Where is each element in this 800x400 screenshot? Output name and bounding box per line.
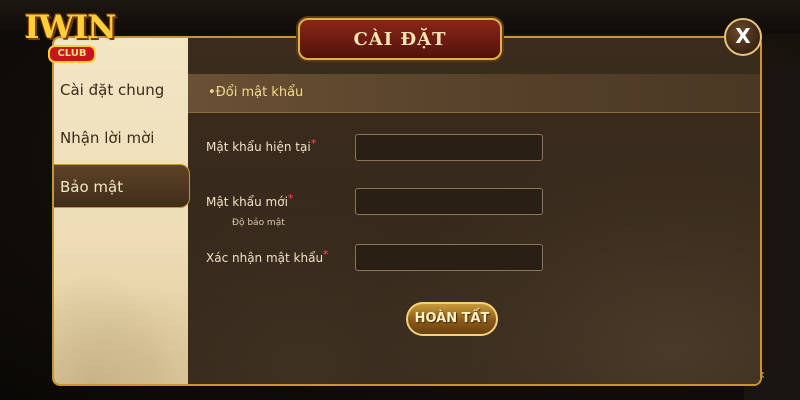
section-title: •Đổi mật khẩu bbox=[208, 85, 304, 100]
logo-badge: CLUB bbox=[48, 45, 96, 63]
dialog-title: CÀI ĐẶT bbox=[353, 29, 447, 50]
label-text: Mật khẩu mới bbox=[206, 195, 288, 209]
new-password-label: Mật khẩu mới* bbox=[206, 192, 294, 209]
new-password-input[interactable] bbox=[355, 188, 543, 215]
app-logo: IWIN CLUB bbox=[22, 8, 118, 66]
close-button[interactable]: X bbox=[724, 18, 762, 56]
sidebar-item-invitations[interactable]: Nhận lời mời bbox=[54, 116, 188, 160]
dialog-title-badge: CÀI ĐẶT bbox=[298, 18, 502, 60]
sidebar-item-general[interactable]: Cài đặt chung bbox=[54, 68, 188, 112]
required-mark: * bbox=[287, 192, 294, 205]
current-password-label: Mật khẩu hiện tại* bbox=[206, 137, 317, 154]
label-text: Xác nhận mật khẩu bbox=[206, 251, 324, 265]
settings-dialog: Cài đặt chung Nhận lời mời Bảo mật •Đổi … bbox=[52, 36, 762, 386]
submit-button[interactable]: HOÀN TẤT bbox=[406, 302, 498, 336]
sidebar-item-security[interactable]: Bảo mật bbox=[54, 164, 190, 208]
label-text: Mật khẩu hiện tại bbox=[206, 140, 311, 154]
confirm-password-input[interactable] bbox=[355, 244, 543, 271]
required-mark: * bbox=[323, 248, 329, 261]
password-strength-hint: Độ bảo mật bbox=[232, 218, 285, 228]
current-password-input[interactable] bbox=[355, 134, 543, 161]
logo-text: IWIN bbox=[24, 8, 116, 46]
required-mark: * bbox=[310, 137, 317, 150]
section-header: •Đổi mật khẩu bbox=[188, 74, 760, 113]
sidebar-item-label: Bảo mật bbox=[60, 178, 124, 196]
sidebar-item-label: Nhận lời mời bbox=[60, 129, 155, 147]
close-icon: X bbox=[735, 24, 751, 48]
sidebar-item-label: Cài đặt chung bbox=[60, 81, 165, 99]
confirm-password-label: Xác nhận mật khẩu* bbox=[206, 248, 329, 265]
